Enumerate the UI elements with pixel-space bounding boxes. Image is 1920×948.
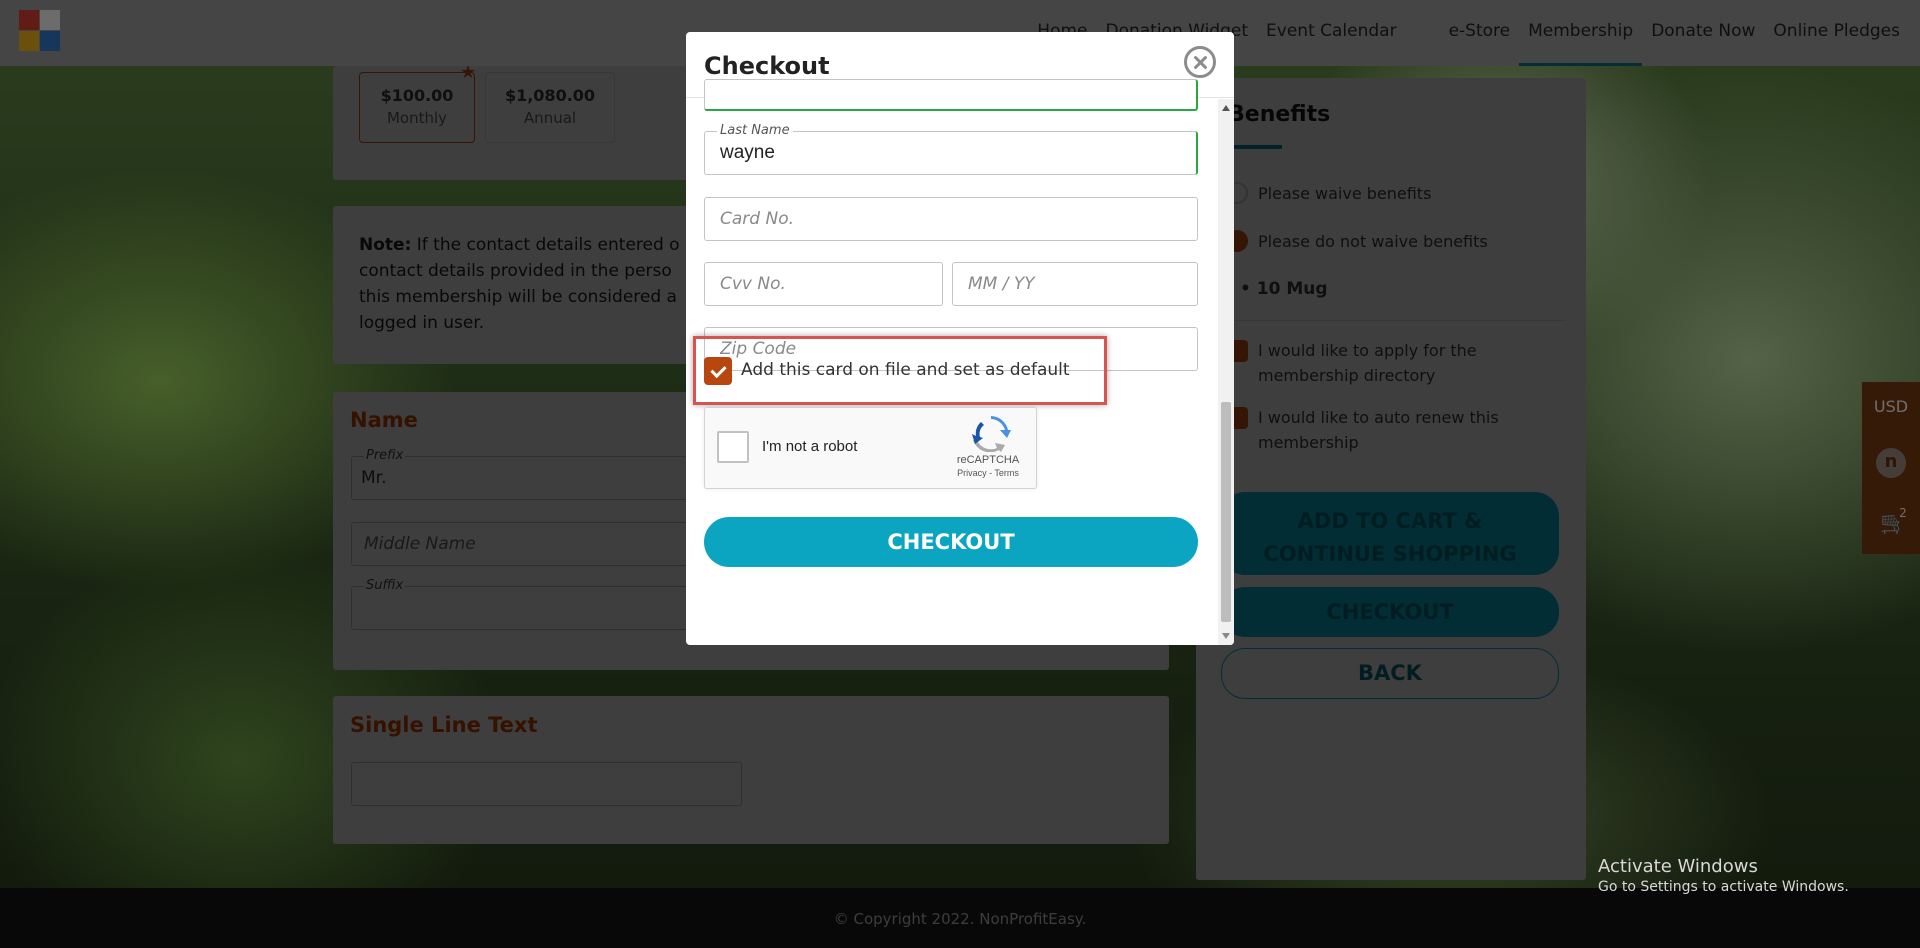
last-name-input[interactable] — [705, 132, 1196, 174]
modal-scrollbar[interactable] — [1218, 99, 1234, 645]
save-card-checkbox[interactable] — [704, 357, 732, 385]
expiry-input[interactable] — [953, 263, 1197, 305]
checkout-modal: Checkout Last Name Add this card on file… — [686, 32, 1234, 645]
activation-subtitle: Go to Settings to activate Windows. — [1598, 879, 1849, 895]
recaptcha-checkbox[interactable] — [717, 431, 749, 463]
recaptcha-text: I'm not a robot — [762, 438, 858, 455]
last-name-field[interactable]: Last Name — [704, 123, 1198, 175]
first-name-field[interactable] — [704, 79, 1198, 111]
card-number-input[interactable] — [705, 198, 1197, 240]
scroll-thumb[interactable] — [1221, 402, 1231, 622]
scroll-up-icon[interactable] — [1222, 105, 1230, 111]
recaptcha-links[interactable]: Privacy - Terms — [941, 468, 1035, 478]
save-card-label: Add this card on file and set as default — [741, 360, 1070, 380]
activation-title: Activate Windows — [1598, 856, 1758, 877]
modal-title: Checkout — [704, 52, 830, 80]
cvv-field[interactable] — [704, 262, 943, 306]
close-icon[interactable] — [1184, 46, 1216, 78]
recaptcha-brand: reCAPTCHA — [956, 454, 1020, 466]
windows-activation-watermark: Activate Windows Go to Settings to activ… — [1598, 856, 1849, 895]
card-number-field[interactable] — [704, 197, 1198, 241]
cvv-input[interactable] — [705, 263, 942, 305]
scroll-down-icon[interactable] — [1222, 633, 1230, 639]
checkout-button[interactable]: CHECKOUT — [704, 517, 1198, 567]
recaptcha-logo-icon — [972, 416, 1011, 452]
recaptcha-widget: I'm not a robot reCAPTCHA Privacy - Term… — [704, 407, 1037, 489]
expiry-field[interactable] — [952, 262, 1198, 306]
